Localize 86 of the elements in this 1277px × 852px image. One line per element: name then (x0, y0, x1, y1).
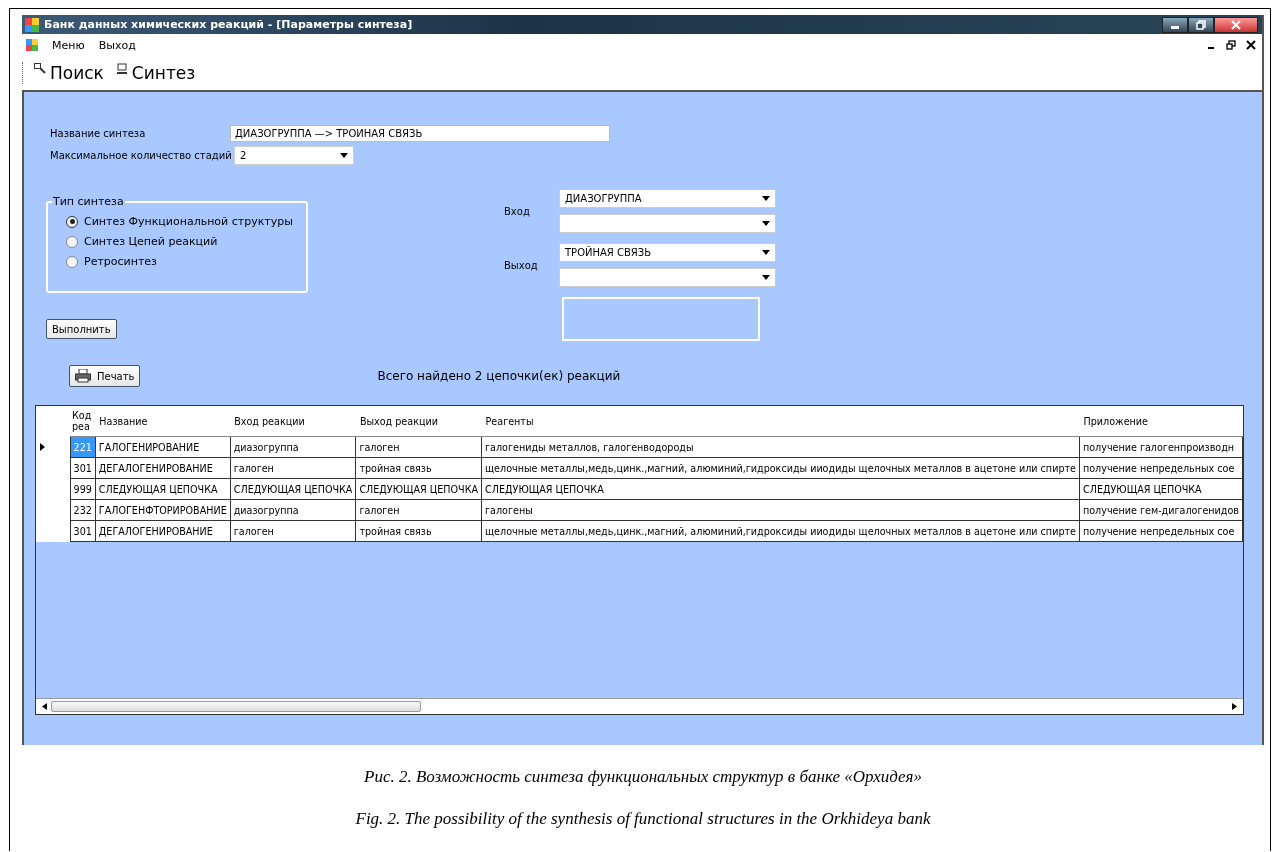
table-cell: СЛЕДУЮЩАЯ ЦЕПОЧКА (355, 478, 482, 500)
table-cell: тройная связь (355, 520, 482, 542)
minimize-button[interactable] (1162, 16, 1188, 33)
radio-option[interactable]: Синтез Функциональной структуры (66, 215, 306, 228)
row-header[interactable] (36, 520, 71, 542)
table-cell: получение непредельных сое (1079, 457, 1243, 479)
radio-button[interactable] (66, 235, 78, 248)
table-cell: 301 (70, 457, 96, 479)
restore-icon (1196, 19, 1206, 30)
window-title: Банк данных химических реакций - [Параметры синтеза] (44, 18, 413, 31)
print-button[interactable]: Печать (69, 365, 141, 387)
column-header[interactable]: Реагенты (481, 406, 1080, 437)
menu-item[interactable]: Меню (52, 38, 85, 52)
scroll-right-icon[interactable] (1232, 703, 1237, 710)
table-cell: галоген (355, 436, 482, 458)
table-cell: диазогруппа (230, 436, 356, 458)
table-cell: СЛЕДУЮЩАЯ ЦЕПОЧКА (481, 478, 1080, 500)
toolbar-button[interactable]: Поиск (32, 63, 106, 83)
table-cell: щелочные металлы,медь,цинк.,магний, алюминий,гидроксиды ииодиды щелочных металлов в ацетоне или спирте (481, 520, 1080, 542)
table-cell: тройная связь (355, 457, 482, 479)
table-cell: галогениды металлов, галогенводороды (481, 436, 1080, 458)
input-label: Вход (504, 205, 531, 217)
close-icon[interactable] (1246, 40, 1256, 50)
radio-button[interactable] (66, 255, 78, 268)
table-cell: щелочные металлы,медь,цинк.,магний, алюминий,гидроксиды ииодиды щелочных металлов в ацетоне или спирте (481, 457, 1080, 479)
table-cell: диазогруппа (230, 499, 356, 521)
column-header[interactable]: Название (95, 406, 231, 437)
synthesis-name-field[interactable]: ДИАЗОГРУППА —> ТРОЙНАЯ СВЯЗЬ (230, 125, 610, 142)
table-cell: СЛЕДУЮЩАЯ ЦЕПОЧКА (95, 478, 231, 500)
table-cell: галоген (230, 520, 356, 542)
dropdown-arrow-icon (340, 153, 348, 158)
input-dropdown[interactable]: ДИАЗОГРУППА (559, 189, 776, 208)
dropdown-arrow-icon (762, 250, 770, 255)
output-dropdown[interactable]: ТРОЙНАЯ СВЯЗЬ (559, 243, 776, 262)
table-cell: галоген (230, 457, 356, 479)
table-cell: галогены (481, 499, 1080, 521)
table-cell: СЛЕДУЮЩАЯ ЦЕПОЧКА (1079, 478, 1243, 500)
table-cell: получение гем-дигалогенидов (1079, 499, 1243, 521)
scrollbar-thumb[interactable] (51, 701, 421, 712)
printer-icon (75, 369, 91, 383)
field-label: Название синтеза (50, 128, 147, 139)
execute-button[interactable]: Выполнить (46, 319, 117, 339)
table-cell: 999 (70, 478, 96, 500)
field-label: Максимальное количество стадий (50, 150, 230, 161)
table-cell: ГАЛОГЕНФТОРИРОВАНИЕ (95, 499, 231, 521)
figure-caption: Fig. 2. The possibility of the synthesis of functional structures in the Orkhideya bank (354, 809, 932, 829)
dropdown-arrow-icon (762, 275, 770, 280)
table-cell: получение галогенпроизводн (1079, 436, 1243, 458)
table-cell: 221 (70, 436, 96, 458)
close-button[interactable] (1214, 16, 1258, 33)
table-cell: получение непредельных сое (1079, 520, 1243, 542)
menu-item[interactable]: Выход (98, 38, 136, 52)
close-icon (1231, 19, 1241, 30)
table-cell: СЛЕДУЮЩАЯ ЦЕПОЧКА (230, 478, 356, 500)
table-cell: ГАЛОГЕНИРОВАНИЕ (95, 436, 231, 458)
document-icon (26, 39, 38, 51)
minimize-icon (1171, 26, 1179, 29)
toolbar-button[interactable]: Синтез (113, 63, 198, 83)
table-cell: 232 (70, 499, 96, 521)
scroll-left-icon[interactable] (42, 703, 47, 710)
column-header[interactable]: Выход реакции (355, 406, 482, 437)
app-icon (25, 17, 39, 32)
restore-button[interactable] (1188, 16, 1214, 33)
radio-button[interactable] (66, 215, 78, 228)
input-dropdown[interactable] (559, 214, 776, 233)
figure-caption: Рис. 2. Возможность синтеза функциональных структур в банке «Орхидея» (363, 767, 923, 787)
current-row-icon (40, 442, 45, 451)
monitor-icon (115, 63, 128, 75)
column-header[interactable]: Вход реакции (230, 406, 356, 437)
result-summary: Всего найдено 2 цепочки(ек) реакций (377, 369, 621, 383)
stages-dropdown[interactable]: 2 (234, 146, 354, 165)
column-header[interactable]: Приложение (1079, 406, 1243, 437)
table-cell: ДЕГАЛОГЕНИРОВАНИЕ (95, 520, 231, 542)
column-header[interactable]: Код реа (70, 406, 96, 437)
dropdown-arrow-icon (762, 196, 770, 201)
table-cell: галоген (355, 499, 482, 521)
dropdown-arrow-icon (762, 221, 770, 226)
restore-icon[interactable] (1226, 40, 1236, 50)
magnifier-icon (34, 63, 46, 75)
horizontal-scrollbar[interactable] (36, 698, 1243, 714)
table-cell: ДЕГАЛОГЕНИРОВАНИЕ (95, 457, 231, 479)
radio-option[interactable]: Ретросинтез (66, 255, 306, 268)
radio-option[interactable]: Синтез Цепей реакций (66, 235, 306, 248)
table-cell: 301 (70, 520, 96, 542)
group-title: Тип синтеза (52, 195, 125, 208)
output-label: Выход (504, 259, 539, 271)
